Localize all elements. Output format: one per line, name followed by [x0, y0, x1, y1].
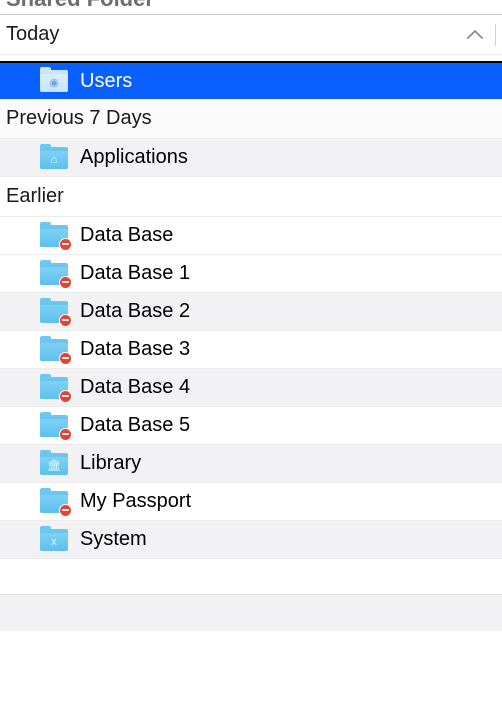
list-item-label: Data Base 3 — [80, 338, 494, 361]
list-item-label: My Passport — [80, 490, 494, 513]
system-folder-icon: x — [40, 529, 68, 551]
library-folder-icon: 🏛 — [40, 453, 68, 475]
list-item-label: Data Base 5 — [80, 414, 494, 437]
list-item-label: Data Base 1 — [80, 262, 494, 285]
divider — [495, 24, 496, 46]
list-item-label: Applications — [80, 146, 494, 169]
list-item-label: Data Base 4 — [80, 376, 494, 399]
restricted-badge-icon — [59, 276, 72, 289]
restricted-badge-icon — [59, 390, 72, 403]
folder-icon — [40, 377, 68, 399]
list-item-label: Data Base — [80, 224, 494, 247]
list-item-label: System — [80, 528, 494, 551]
section-title-prev7: Previous 7 Days — [6, 107, 496, 130]
list-item-database1[interactable]: Data Base 1 — [0, 255, 502, 293]
list-item-library[interactable]: 🏛 Library — [0, 445, 502, 483]
restricted-badge-icon — [59, 238, 72, 251]
section-header-today[interactable]: Today — [0, 15, 502, 55]
list-item-system[interactable]: x System — [0, 521, 502, 559]
spacer-row — [0, 559, 502, 595]
folder-icon — [40, 491, 68, 513]
list-item-passport[interactable]: My Passport — [0, 483, 502, 521]
list-item-database[interactable]: Data Base — [0, 217, 502, 255]
section-title-today: Today — [6, 23, 467, 46]
section-title-earlier: Earlier — [6, 185, 496, 208]
list-item-label: Users — [80, 70, 494, 93]
chevron-up-icon[interactable] — [467, 30, 483, 40]
page-title: Shared Folder — [0, 0, 502, 15]
user-folder-icon: ◉ — [40, 70, 68, 92]
restricted-badge-icon — [59, 352, 72, 365]
list-item-applications[interactable]: ⌂ Applications — [0, 139, 502, 177]
footer-strip — [0, 595, 502, 631]
section-header-prev7[interactable]: Previous 7 Days — [0, 99, 502, 139]
list-item-label: Data Base 2 — [80, 300, 494, 323]
folder-icon — [40, 301, 68, 323]
folder-icon — [40, 339, 68, 361]
app-folder-icon: ⌂ — [40, 147, 68, 169]
restricted-badge-icon — [59, 504, 72, 517]
list-item-database3[interactable]: Data Base 3 — [0, 331, 502, 369]
list-item-database2[interactable]: Data Base 2 — [0, 293, 502, 331]
list-item-database4[interactable]: Data Base 4 — [0, 369, 502, 407]
restricted-badge-icon — [59, 428, 72, 441]
folder-icon — [40, 415, 68, 437]
list-item-database5[interactable]: Data Base 5 — [0, 407, 502, 445]
section-header-earlier[interactable]: Earlier — [0, 177, 502, 217]
folder-icon — [40, 225, 68, 247]
restricted-badge-icon — [59, 314, 72, 327]
list-item-users[interactable]: ◉ Users — [0, 61, 502, 99]
list-item-label: Library — [80, 452, 494, 475]
folder-icon — [40, 263, 68, 285]
